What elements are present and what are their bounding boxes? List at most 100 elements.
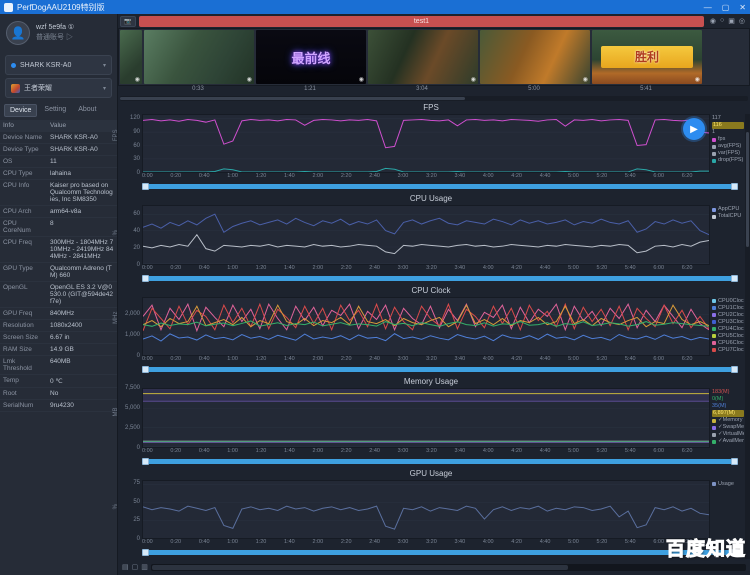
chart-range-scrollbar[interactable] bbox=[142, 274, 738, 283]
folder-icon[interactable]: ▣ bbox=[728, 17, 735, 25]
chart-plot bbox=[142, 480, 710, 539]
screenshot-times: 0:331:213:045:005:41 bbox=[118, 86, 750, 95]
chart-fps: FPSFPS1209060300▶1171161fpsavg(FPS)var(F… bbox=[118, 102, 744, 193]
table-row: OpenGLOpenGL ES 3.2 V@0530.0 (GIT@594de4… bbox=[0, 282, 117, 308]
screenshot-thumb[interactable]: 胜利◉ bbox=[592, 30, 702, 84]
gallery-scrollbar[interactable] bbox=[120, 96, 748, 101]
camera-icon: ◉ bbox=[247, 76, 252, 83]
legend-item[interactable]: CPU5Clock bbox=[712, 333, 744, 340]
x-axis-labels: 0:000:200:401:001:201:402:002:202:403:00… bbox=[142, 356, 710, 364]
chart-legend: AppCPUTotalCPU bbox=[710, 205, 744, 264]
chevron-down-icon: ▾ bbox=[103, 62, 106, 69]
tab-setting[interactable]: Setting bbox=[39, 104, 71, 117]
stat-value: 0(M) bbox=[712, 396, 744, 403]
chart-title: CPU Clock bbox=[118, 286, 744, 297]
chart-plot bbox=[142, 297, 710, 356]
stat-value: 183(M) bbox=[712, 389, 744, 396]
main-area: 📷 test1 ◉○▣◎ ◉◉最前线◉◉◉胜利◉ 0:331:213:045:0… bbox=[118, 14, 750, 575]
chart-title: Memory Usage bbox=[118, 377, 744, 388]
screenshot-thumb[interactable]: ◉ bbox=[368, 30, 478, 84]
table-row: CPU CoreNum8 bbox=[0, 218, 117, 237]
legend-item[interactable]: fps bbox=[712, 136, 744, 143]
title-bar: PerfDogAAU2109特别版 — ▢ ✕ bbox=[0, 0, 750, 14]
screenshot-time: 0:33 bbox=[143, 86, 253, 95]
legend-item[interactable]: drop(FPS) bbox=[712, 157, 744, 164]
chart-title: CPU Usage bbox=[118, 194, 744, 205]
legend-item[interactable]: ✓SwapMemory bbox=[712, 424, 744, 431]
test-name-bar[interactable]: test1 bbox=[139, 16, 704, 27]
legend-item[interactable]: ✓VirtualMemory bbox=[712, 431, 744, 438]
chart-legend: 1171161fpsavg(FPS)var(FPS)drop(FPS) bbox=[710, 114, 744, 173]
table-row: SerialNum9ru4230 bbox=[0, 400, 117, 412]
chart-plot: ▶ bbox=[142, 114, 710, 173]
chart-range-scrollbar[interactable] bbox=[142, 548, 738, 557]
chart-title: GPU Usage bbox=[118, 469, 744, 480]
screenshot-thumb[interactable]: ◉ bbox=[144, 30, 254, 84]
legend-item[interactable]: CPU6Clock bbox=[712, 340, 744, 347]
legend-item[interactable]: avg(FPS) bbox=[712, 143, 744, 150]
stat-value: 117 bbox=[712, 115, 744, 122]
legend-item[interactable]: var(FPS) bbox=[712, 150, 744, 157]
legend-item[interactable]: TotalCPU bbox=[712, 213, 744, 220]
tab-about[interactable]: About bbox=[73, 104, 101, 117]
table-row: Device NameSHARK KSR-A0 bbox=[0, 132, 117, 144]
record-icon[interactable]: ○ bbox=[720, 17, 724, 25]
chart-range-scrollbar[interactable] bbox=[142, 365, 738, 374]
chart-legend: Usage bbox=[710, 480, 744, 539]
legend-item[interactable]: CPU1Clock bbox=[712, 305, 744, 312]
chart-gpu: GPU Usage%7550250Usage0:000:200:401:001:… bbox=[118, 468, 744, 559]
stat-value: 35(M) bbox=[712, 403, 744, 410]
charts-v-scrollbar[interactable] bbox=[745, 114, 750, 559]
y-axis: %7550250 bbox=[118, 480, 142, 539]
pin-icon[interactable]: ◉ bbox=[710, 17, 716, 25]
table-row: Lmk Threshold640MB bbox=[0, 356, 117, 375]
close-button[interactable]: ✕ bbox=[739, 3, 746, 12]
legend-item[interactable]: CPU7Clock bbox=[712, 347, 744, 354]
view-toggle-icon[interactable]: ▤ bbox=[122, 563, 129, 571]
play-button[interactable]: ▶ bbox=[683, 118, 705, 140]
screenshot-button[interactable]: 📷 bbox=[120, 16, 136, 27]
chevron-down-icon: ▾ bbox=[103, 85, 106, 92]
user-name: wzf 5e9fa ① bbox=[36, 23, 74, 33]
legend-item[interactable]: CPU2Clock bbox=[712, 312, 744, 319]
y-axis: MB7,5005,0002,5000 bbox=[118, 388, 142, 447]
global-h-scrollbar[interactable] bbox=[151, 564, 746, 571]
stat-value: 6,897(M) bbox=[712, 410, 744, 417]
table-row: GPU Freq840MHz bbox=[0, 308, 117, 320]
chart-range-scrollbar[interactable] bbox=[142, 182, 738, 191]
screenshot-thumb[interactable]: 最前线◉ bbox=[256, 30, 366, 84]
chart-range-scrollbar[interactable] bbox=[142, 457, 738, 466]
legend-item[interactable]: AppCPU bbox=[712, 206, 744, 213]
legend-item[interactable]: ✓AvailMemory bbox=[712, 438, 744, 445]
device-status-icon bbox=[11, 63, 16, 68]
avatar: 👤 bbox=[6, 21, 30, 45]
bottom-bar: ▤▢▥ bbox=[118, 559, 750, 575]
legend-item[interactable]: CPU4Clock bbox=[712, 326, 744, 333]
test-name: test1 bbox=[414, 18, 429, 25]
maximize-button[interactable]: ▢ bbox=[722, 3, 730, 12]
device-select[interactable]: SHARK KSR-A0 ▾ bbox=[5, 55, 112, 75]
legend-item[interactable]: CPU0Clock bbox=[712, 298, 744, 305]
legend-item[interactable]: ✓Memory bbox=[712, 417, 744, 424]
view-toggle-icon[interactable]: ▥ bbox=[141, 563, 148, 571]
screenshot-thumb[interactable]: ◉ bbox=[120, 30, 142, 84]
camera-icon: ◉ bbox=[695, 76, 700, 83]
chart-clock: CPU ClockMHz2,0001,0000CPU0ClockCPU1Cloc… bbox=[118, 285, 744, 376]
app-select[interactable]: 王者荣耀 ▾ bbox=[5, 78, 112, 98]
table-row: OS11 bbox=[0, 156, 117, 168]
screenshot-thumb[interactable]: ◉ bbox=[480, 30, 590, 84]
camera-icon: ◉ bbox=[135, 76, 140, 83]
user-card[interactable]: 👤 wzf 5e9fa ① 普通账号 ▷ bbox=[0, 14, 117, 52]
table-row: Device TypeSHARK KSR-A0 bbox=[0, 144, 117, 156]
camera-icon: ◉ bbox=[359, 76, 364, 83]
y-axis: FPS1209060300 bbox=[118, 114, 142, 173]
save-icon[interactable]: ◎ bbox=[739, 17, 745, 25]
chart-legend: 183(M)0(M)35(M)6,897(M)✓Memory✓SwapMemor… bbox=[710, 388, 744, 447]
legend-item[interactable]: Usage bbox=[712, 481, 744, 488]
tab-device[interactable]: Device bbox=[4, 104, 37, 117]
table-row: Resolution1080x2400 bbox=[0, 320, 117, 332]
legend-item[interactable]: CPU3Clock bbox=[712, 319, 744, 326]
minimize-button[interactable]: — bbox=[704, 3, 712, 12]
sidebar: 👤 wzf 5e9fa ① 普通账号 ▷ SHARK KSR-A0 ▾ 王者荣耀… bbox=[0, 14, 118, 575]
view-toggle-icon[interactable]: ▢ bbox=[132, 563, 139, 571]
